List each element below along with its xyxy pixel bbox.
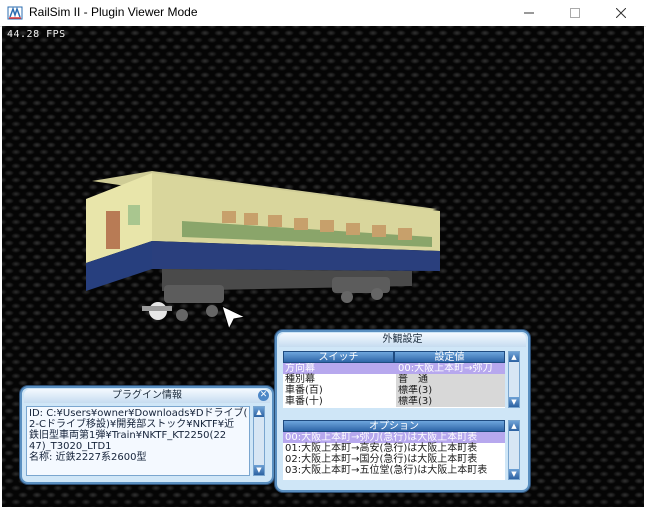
appearance-settings-title: 外観設定 (279, 333, 526, 347)
minimize-icon (524, 12, 534, 14)
switch-value: 標準(3) (396, 385, 505, 396)
switch-value: 標準(3) (396, 396, 505, 407)
column-header-value[interactable]: 設定値 (394, 351, 505, 363)
info-line: 2-Cドライブ移設)¥開発部ストック¥NKTF¥近 (29, 419, 235, 430)
switch-table: 方向幕 00:大阪上本町→弥刀 種別幕 普 通 車番(百) 標準(3) 車番(十… (283, 363, 505, 408)
info-line: ID: C:¥Users¥owner¥Downloads¥Dドライブ( (29, 408, 248, 419)
scroll-down-button[interactable]: ▼ (254, 465, 264, 475)
switch-value: 00:大阪上本町→弥刀 (396, 363, 505, 374)
fps-counter: 44.28 FPS (7, 29, 66, 40)
switch-name: 車番(百) (285, 385, 323, 396)
table-row[interactable]: 種別幕 普 通 (283, 374, 505, 385)
scroll-down-button[interactable]: ▼ (509, 397, 519, 407)
plugin-info-text: ID: C:¥Users¥owner¥Downloads¥Dドライブ( 2-Cド… (26, 406, 250, 476)
switch-name: 方向幕 (285, 363, 315, 374)
table-row[interactable]: 車番(百) 標準(3) (283, 385, 505, 396)
info-line: 鉄旧型車両第1弾¥Train¥NKTF_KT2250(22 (29, 430, 227, 441)
list-item[interactable]: 01:大阪上本町→高安(急行)は大阪上本町表 (283, 443, 505, 454)
window-title: RailSim II - Plugin Viewer Mode (29, 5, 198, 19)
list-item[interactable]: 03:大阪上本町→五位堂(急行)は大阪上本町表 (283, 465, 505, 476)
options-scrollbar[interactable]: ▲ ▼ (508, 420, 520, 480)
appearance-settings-panel: 外観設定 スイッチ 設定値 方向幕 00:大阪上本町→弥刀 種別幕 普 通 車番… (275, 330, 530, 492)
switch-table-scrollbar[interactable]: ▲ ▼ (508, 351, 520, 408)
options-list: 00:大阪上本町→弥刀(急行)は大阪上本町表 01:大阪上本町→高安(急行)は大… (283, 432, 505, 480)
title-bar: RailSim II - Plugin Viewer Mode (0, 0, 646, 27)
scroll-up-button[interactable]: ▲ (509, 421, 519, 431)
info-line: 名称: 近鉄2227系2600型 (29, 452, 147, 463)
close-button[interactable] (598, 0, 644, 26)
minimize-button[interactable] (506, 0, 552, 26)
scroll-down-button[interactable]: ▼ (509, 469, 519, 479)
plugin-info-title: プラグイン情報 (24, 389, 270, 403)
railsim-icon (7, 6, 23, 20)
options-header: オプション (283, 420, 505, 432)
table-row[interactable]: 方向幕 00:大阪上本町→弥刀 (283, 363, 505, 374)
scroll-up-button[interactable]: ▲ (254, 407, 264, 417)
info-line: 47)_T3020_LTD1 (29, 441, 112, 452)
plugin-info-scrollbar[interactable]: ▲ ▼ (253, 406, 265, 476)
switch-value: 普 通 (396, 374, 505, 385)
list-item[interactable]: 00:大阪上本町→弥刀(急行)は大阪上本町表 (283, 432, 505, 443)
mouse-cursor-icon (221, 305, 247, 331)
list-item[interactable]: 02:大阪上本町→国分(急行)は大阪上本町表 (283, 454, 505, 465)
switch-name: 車番(十) (285, 396, 323, 407)
train-model[interactable] (72, 151, 462, 341)
table-row[interactable]: 車番(十) 標準(3) (283, 396, 505, 407)
plugin-info-panel: プラグイン情報 ✕ ID: C:¥Users¥owner¥Downloads¥D… (20, 386, 274, 484)
close-icon (616, 8, 626, 18)
close-icon: ✕ (259, 390, 268, 400)
scroll-up-button[interactable]: ▲ (509, 352, 519, 362)
switch-name: 種別幕 (285, 374, 315, 385)
maximize-button[interactable] (552, 0, 598, 26)
column-header-switch[interactable]: スイッチ (283, 351, 394, 363)
maximize-icon (570, 8, 580, 18)
close-panel-button[interactable]: ✕ (258, 390, 269, 401)
